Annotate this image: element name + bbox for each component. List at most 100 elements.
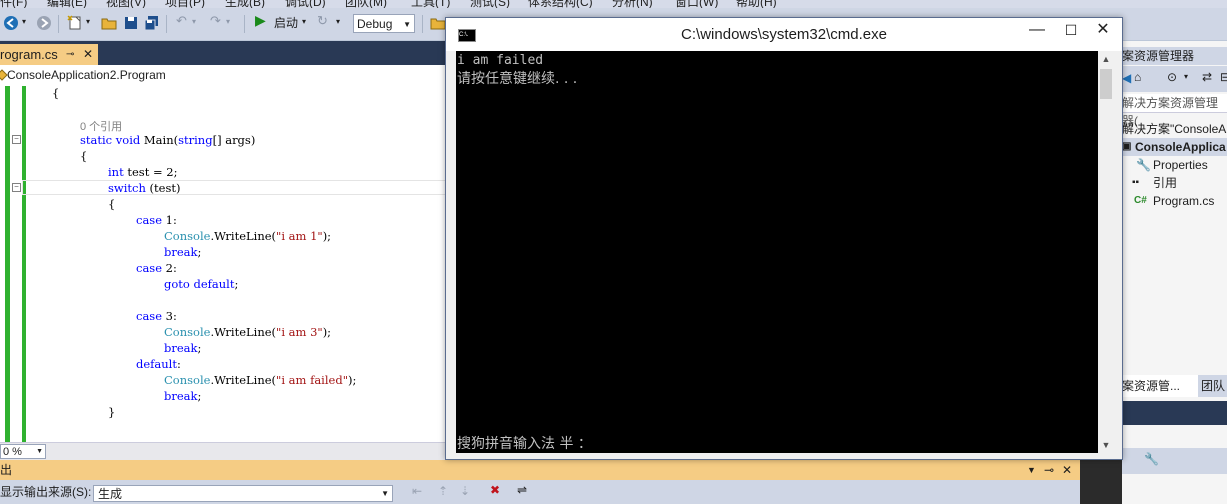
code-line: break; [164, 341, 202, 355]
scroll-up-icon[interactable]: ▲ [1098, 51, 1114, 67]
code-line: break; [164, 389, 202, 403]
tree-item-program-cs[interactable]: C# Program.cs [1122, 192, 1227, 210]
tab-solution-explorer[interactable]: 案资源管... [1122, 375, 1198, 397]
properties-toolbar: ⊞ ↓ 🔧 [1122, 448, 1227, 474]
console-line: 请按任意键继续. . . [457, 71, 578, 87]
menu-file[interactable]: 件(F) [0, 0, 27, 8]
output-source-select[interactable]: 生成 ▼ [93, 485, 393, 502]
menu-architecture[interactable]: 体系结构(C) [528, 0, 593, 8]
go-to-previous-icon[interactable]: ⇡ [438, 484, 448, 498]
scroll-down-icon[interactable]: ▼ [1098, 437, 1114, 453]
menu-view[interactable]: 视图(V) [106, 0, 146, 8]
start-dropdown-icon[interactable]: ▾ [302, 17, 306, 26]
change-tracking-bar [5, 86, 10, 442]
new-dropdown-icon[interactable]: ▾ [86, 17, 90, 26]
console-scrollbar[interactable]: ▲ ▼ [1098, 51, 1114, 453]
menu-window[interactable]: 窗口(W) [675, 0, 718, 8]
find-in-files-icon[interactable] [430, 15, 446, 31]
start-play-icon[interactable]: ▶ [255, 12, 266, 29]
tree-item-solution[interactable]: 解决方案"ConsoleAp [1122, 120, 1227, 138]
history-icon[interactable]: ⊙ [1167, 70, 1177, 84]
code-line: Console.WriteLine("i am 1"); [164, 229, 332, 243]
redo-icon[interactable]: ↷ [210, 13, 221, 29]
console-title-bar[interactable]: C:\. C:\windows\system32\cmd.exe — ☐ ✕ [446, 18, 1122, 51]
navigate-back-icon[interactable]: ◀ [1122, 71, 1131, 85]
close-icon[interactable]: ✕ [1062, 460, 1072, 480]
navigate-forward-icon[interactable] [36, 15, 52, 31]
property-pages-icon[interactable]: 🔧 [1144, 452, 1159, 466]
tree-item-label: ConsoleApplica [1135, 140, 1226, 154]
menu-test[interactable]: 测试(S) [470, 0, 510, 8]
menu-team[interactable]: 团队(M) [345, 0, 387, 8]
collapse-all-icon[interactable]: ⊟ [1220, 70, 1227, 84]
code-line: } [108, 405, 116, 419]
code-line: Console.WriteLine("i am 3"); [164, 325, 332, 339]
refresh-icon[interactable]: ↻ [317, 13, 328, 29]
go-to-next-icon[interactable]: ⇣ [460, 484, 470, 498]
history-dropdown-icon[interactable]: ▾ [1184, 72, 1188, 81]
tree-item-project[interactable]: ▣ ConsoleApplica [1122, 138, 1227, 156]
change-tracking-bar [22, 86, 26, 442]
code-line: goto default; [164, 277, 239, 291]
current-line-highlight [22, 180, 450, 195]
class-selector[interactable]: ConsoleApplication2.Program [7, 65, 166, 85]
navigate-back-icon[interactable] [3, 15, 19, 31]
collapse-icon[interactable]: − [12, 135, 21, 144]
code-line: switch (test) [108, 181, 181, 195]
tree-item-label: 引用 [1153, 176, 1178, 190]
back-dropdown-icon[interactable]: ▾ [22, 17, 26, 26]
find-previous-icon[interactable]: ⇤ [412, 484, 422, 498]
pin-icon[interactable]: ⊸ [66, 44, 74, 65]
menu-analyze[interactable]: 分析(N) [612, 0, 653, 8]
save-all-icon[interactable] [144, 15, 160, 31]
undo-dropdown-icon[interactable]: ▾ [192, 17, 196, 26]
start-button[interactable]: 启动 [274, 14, 298, 31]
tree-item-references[interactable]: ▪▪ 引用 [1122, 174, 1227, 192]
refresh-dropdown-icon[interactable]: ▾ [336, 17, 340, 26]
chevron-down-icon: ▼ [403, 20, 411, 29]
undo-icon[interactable]: ↶ [176, 13, 187, 29]
console-line: i am failed [457, 53, 544, 68]
word-wrap-icon[interactable]: ⇌ [517, 483, 527, 497]
code-line: { [80, 149, 88, 163]
collapse-icon[interactable]: − [12, 183, 21, 192]
menu-edit[interactable]: 编辑(E) [47, 0, 87, 8]
new-project-icon[interactable] [67, 15, 83, 31]
home-icon[interactable]: ⌂ [1134, 70, 1141, 84]
clear-all-icon[interactable]: ✖ [490, 483, 500, 497]
menu-debug[interactable]: 调试(D) [285, 0, 326, 8]
pin-icon[interactable]: ⊸ [1044, 460, 1054, 480]
codelens-references[interactable]: 0 个引用 [80, 118, 122, 134]
scroll-thumb[interactable] [1100, 69, 1112, 99]
chevron-down-icon: ▼ [36, 448, 43, 455]
maximize-button[interactable]: ☐ [1054, 18, 1088, 42]
toolbar-separator [166, 15, 167, 33]
console-window[interactable]: C:\. C:\windows\system32\cmd.exe — ☐ ✕ i… [445, 17, 1123, 460]
menu-tools[interactable]: 工具(T) [411, 0, 450, 8]
menu-build[interactable]: 生成(B) [225, 0, 265, 8]
output-toolbar: 显示输出来源(S): 生成 ▼ ⇤ ⇡ ⇣ ✖ ⇌ [0, 480, 1080, 504]
sync-icon[interactable]: ⇄ [1202, 70, 1212, 84]
solution-configuration-select[interactable]: Debug ▼ [353, 14, 415, 33]
console-output[interactable]: i am failed 请按任意键继续. . . 搜狗拼音输入法 半 ： [456, 51, 1098, 453]
zoom-select[interactable]: 0 % ▼ [0, 444, 46, 459]
ime-status: 搜狗拼音输入法 半 ： [457, 436, 592, 452]
code-line: { [108, 197, 116, 211]
output-source-value: 生成 [98, 487, 123, 501]
properties-panel-title [1122, 401, 1227, 425]
code-editor[interactable]: − − { 0 个引用 static void Main(string[] ar… [0, 86, 450, 442]
tree-item-properties[interactable]: 🔧 Properties [1122, 156, 1227, 174]
minimize-button[interactable]: — [1020, 18, 1054, 42]
project-icon: ▣ [1122, 141, 1132, 152]
tab-program-cs[interactable]: rogram.cs ⊸ ✕ [0, 44, 98, 65]
save-icon[interactable] [123, 15, 139, 31]
solution-search-input[interactable]: 解决方案资源管理器( [1122, 94, 1227, 128]
menu-help[interactable]: 帮助(H) [736, 0, 777, 8]
close-icon[interactable]: ✕ [83, 44, 93, 65]
menu-project[interactable]: 项目(P) [165, 0, 205, 8]
close-button[interactable]: ✕ [1086, 18, 1120, 42]
tab-team[interactable]: 团队 [1201, 375, 1227, 397]
open-file-icon[interactable] [101, 15, 117, 31]
panel-dropdown-icon[interactable]: ▼ [1027, 460, 1036, 480]
redo-dropdown-icon[interactable]: ▾ [226, 17, 230, 26]
